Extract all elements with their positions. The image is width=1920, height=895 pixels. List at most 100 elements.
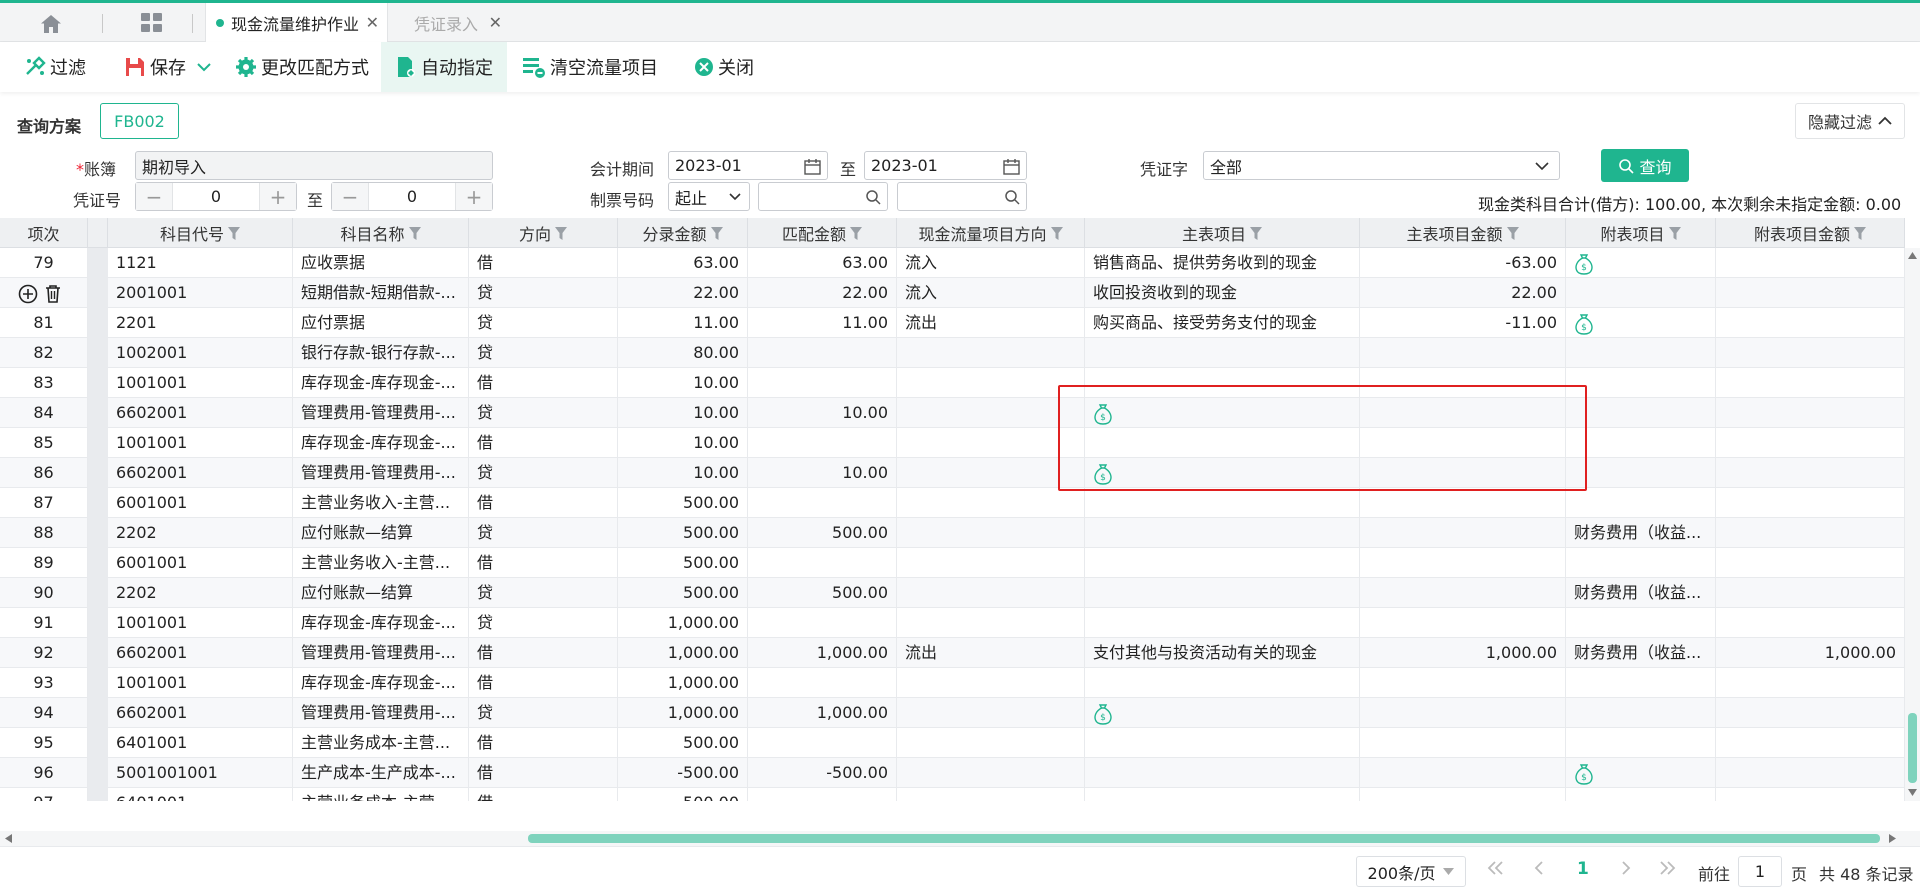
cell-col-sub-amount[interactable] [1716,758,1905,788]
cell-col-direction[interactable]: 借 [469,248,618,278]
cell-col-sub-amount[interactable] [1716,788,1905,801]
header-col-match-amount[interactable]: 匹配金额 [748,218,897,248]
cell-col-direction[interactable]: 借 [469,368,618,398]
cell-col-direction[interactable]: 借 [469,758,618,788]
cell-col-entry-amount[interactable]: 1,000.00 [618,638,748,668]
cell-col-flow-direction[interactable] [897,458,1085,488]
cell-col-direction[interactable]: 借 [469,548,618,578]
cell-col-item-no[interactable]: 82 [0,338,88,368]
cell-col-item-no[interactable]: 97 [0,788,88,801]
table-row[interactable]: 83 1001001 库存现金-库存现金-... 借 10.00 [0,368,1905,398]
cell-col-sub-item[interactable] [1566,668,1716,698]
first-page-icon[interactable] [1486,860,1506,876]
cell-col-sub-item[interactable] [1566,398,1716,428]
cell-col-account-name[interactable]: 主营业务收入-主营... [293,488,469,518]
cell-col-sub-amount[interactable] [1716,308,1905,338]
table-row[interactable]: 85 1001001 库存现金-库存现金-... 借 10.00 [0,428,1905,458]
money-bag-icon[interactable]: $ [1574,313,1594,335]
cell-col-direction[interactable]: 借 [469,668,618,698]
cell-col-item-no[interactable]: 83 [0,368,88,398]
table-row[interactable]: 94 6602001 管理费用-管理费用-... 贷 1,000.00 1,000.00 $ [0,698,1905,728]
cell-col-match-amount[interactable]: 63.00 [748,248,897,278]
cell-col-flow-direction[interactable] [897,428,1085,458]
cell-col-account-name[interactable]: 库存现金-库存现金-... [293,368,469,398]
cell-col-item-no[interactable]: 96 [0,758,88,788]
cell-col-item-no[interactable]: 95 [0,728,88,758]
cell-col-item-no[interactable]: 81 [0,308,88,338]
header-col-account-code[interactable]: 科目代号 [108,218,293,248]
next-page-icon[interactable] [1620,860,1632,876]
cell-col-flow-direction[interactable]: 流出 [897,308,1085,338]
cell-col-match-amount[interactable]: 1,000.00 [748,638,897,668]
column-filter-icon[interactable] [710,226,723,240]
query-button[interactable]: 查询 [1601,149,1689,182]
cell-col-sub-item[interactable] [1566,278,1716,308]
cell-col-main-item[interactable] [1085,548,1360,578]
auto-assign-button[interactable]: 自动指定 [381,42,507,92]
cell-col-main-amount[interactable] [1360,428,1566,458]
cell-col-direction[interactable]: 借 [469,638,618,668]
cell-col-match-amount[interactable] [748,488,897,518]
cell-col-item-no[interactable]: 88 [0,518,88,548]
add-row-icon[interactable] [18,284,38,304]
cell-col-direction[interactable]: 借 [469,488,618,518]
cell-col-main-amount[interactable] [1360,368,1566,398]
last-page-icon[interactable] [1657,860,1677,876]
header-col-sub-amount[interactable]: 附表项目金额 [1716,218,1905,248]
header-col-entry-amount[interactable]: 分录金额 [618,218,748,248]
cell-col-account-code[interactable]: 6401001 [108,788,293,801]
cell-col-account-name[interactable]: 主营业务成本-主营... [293,728,469,758]
cell-col-main-item[interactable] [1085,338,1360,368]
table-row[interactable]: 81 2201 应付票据 贷 11.00 11.00 流出 购买商品、接受劳务支付的现金 -11… [0,308,1905,338]
cell-col-entry-amount[interactable]: 63.00 [618,248,748,278]
table-row[interactable]: 88 2202 应付账款—结算 贷 500.00 500.00 财务费用（收益... [0,518,1905,548]
cell-col-account-code[interactable]: 1001001 [108,368,293,398]
cell-col-main-item[interactable] [1085,368,1360,398]
cell-col-main-item[interactable] [1085,488,1360,518]
cell-col-sub-amount[interactable] [1716,338,1905,368]
cell-col-item-no[interactable]: 84 [0,398,88,428]
cell-col-main-amount[interactable] [1360,338,1566,368]
increment-icon[interactable]: + [260,183,296,210]
cell-col-main-item[interactable] [1085,578,1360,608]
cell-col-account-code[interactable]: 2001001 [108,278,293,308]
cell-col-sub-amount[interactable] [1716,368,1905,398]
table-row[interactable]: 96 5001001001 生产成本-生产成本-... 借 -500.00 -500.00… [0,758,1905,788]
cell-col-main-amount[interactable] [1360,488,1566,518]
cell-col-main-amount[interactable]: -63.00 [1360,248,1566,278]
header-col-flow-direction[interactable]: 现金流量项目方向 [897,218,1085,248]
cell-col-account-name[interactable]: 应收票据 [293,248,469,278]
cell-col-sub-amount[interactable] [1716,518,1905,548]
cell-col-flow-direction[interactable] [897,668,1085,698]
cell-col-sub-amount[interactable] [1716,278,1905,308]
voucher-no-from-stepper[interactable]: − 0 + [135,182,297,211]
page-size-select[interactable]: 200条/页 [1356,856,1466,887]
cell-col-item-no[interactable] [0,278,88,308]
cell-col-account-name[interactable]: 库存现金-库存现金-... [293,608,469,638]
cell-col-match-amount[interactable]: 10.00 [748,398,897,428]
header-col-account-name[interactable]: 科目名称 [293,218,469,248]
cell-col-item-no[interactable]: 86 [0,458,88,488]
table-row[interactable]: 89 6001001 主营业务收入-主营... 借 500.00 [0,548,1905,578]
cell-col-entry-amount[interactable]: 11.00 [618,308,748,338]
cell-col-account-name[interactable]: 应付账款—结算 [293,578,469,608]
cell-col-sub-item[interactable]: 财务费用（收益... [1566,518,1716,548]
cell-col-flow-direction[interactable] [897,488,1085,518]
cell-col-account-code[interactable]: 2201 [108,308,293,338]
cell-col-flow-direction[interactable]: 流入 [897,278,1085,308]
cell-col-account-code[interactable]: 1001001 [108,668,293,698]
cell-col-main-item[interactable] [1085,728,1360,758]
close-button[interactable]: 关闭 [694,42,754,92]
cell-col-entry-amount[interactable]: 80.00 [618,338,748,368]
delete-row-icon[interactable] [43,284,63,304]
scroll-right-icon[interactable] [1889,834,1896,843]
cell-col-entry-amount[interactable]: 1,000.00 [618,698,748,728]
bill-no-to-input[interactable] [897,182,1027,211]
cell-col-entry-amount[interactable]: 10.00 [618,398,748,428]
table-row[interactable]: 79 1121 应收票据 借 63.00 63.00 流入 销售商品、提供劳务收到的现金 -63… [0,248,1905,278]
save-dropdown-chevron-down-icon[interactable] [197,42,215,92]
cell-col-entry-amount[interactable]: 500.00 [618,548,748,578]
cell-col-flow-direction[interactable] [897,338,1085,368]
period-to-field[interactable]: 2023-01 [864,151,1027,180]
cell-col-flow-direction[interactable]: 流入 [897,248,1085,278]
